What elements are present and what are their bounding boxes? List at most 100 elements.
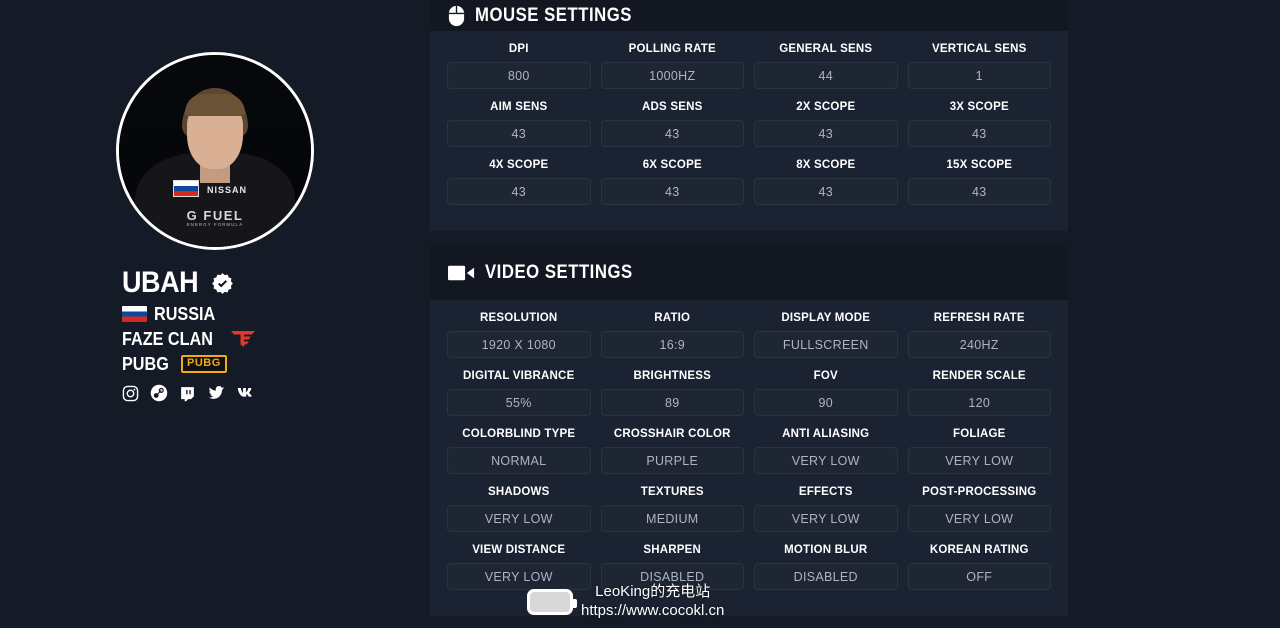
setting-value[interactable]: VERY LOW xyxy=(447,563,591,590)
setting-field: 15X SCOPE 43 xyxy=(903,159,1057,205)
mouse-settings-title: MOUSE SETTINGS xyxy=(475,4,632,26)
avatar-photo: NISSAN G FUEL ENERGY FORMULA xyxy=(119,55,311,247)
setting-field: MOTION BLUR DISABLED xyxy=(749,544,903,590)
setting-field: 2X SCOPE 43 xyxy=(749,101,903,147)
setting-value[interactable]: 43 xyxy=(447,178,591,205)
setting-value[interactable]: 1 xyxy=(907,62,1051,89)
setting-field: DIGITAL VIBRANCE 55% xyxy=(442,370,596,416)
setting-value[interactable]: 1000HZ xyxy=(600,62,744,89)
player-profile: NISSAN G FUEL ENERGY FORMULA UBAH RUSSIA xyxy=(0,0,430,628)
setting-field: AIM SENS 43 xyxy=(442,101,596,147)
player-identity: UBAH RUSSIA FAZE CLAN PUBG PUBG xyxy=(116,268,314,402)
setting-value[interactable]: OFF xyxy=(907,563,1051,590)
setting-value[interactable]: 44 xyxy=(754,62,898,89)
setting-label: VERTICAL SENS xyxy=(932,43,1027,55)
video-settings-header: VIDEO SETTINGS xyxy=(430,245,1068,300)
setting-value[interactable]: PURPLE xyxy=(600,447,744,474)
setting-field: ADS SENS 43 xyxy=(596,101,750,147)
setting-label: FOV xyxy=(813,370,838,382)
twitter-icon[interactable] xyxy=(207,385,226,402)
setting-field: KOREAN RATING OFF xyxy=(903,544,1057,590)
setting-label: TEXTURES xyxy=(640,486,704,498)
mouse-settings-card: MOUSE SETTINGS DPI 800 POLLING RATE 1000HZ G… xyxy=(430,0,1068,231)
setting-value[interactable]: 43 xyxy=(447,120,591,147)
mouse-icon xyxy=(448,5,465,26)
mouse-settings-body: DPI 800 POLLING RATE 1000HZ GENERAL SENS 44 VE… xyxy=(430,31,1068,231)
setting-field: TEXTURES MEDIUM xyxy=(596,486,750,532)
setting-value[interactable]: 43 xyxy=(600,120,744,147)
setting-value[interactable]: VERY LOW xyxy=(447,505,591,532)
setting-value[interactable]: VERY LOW xyxy=(754,447,898,474)
player-country: RUSSIA xyxy=(154,304,216,324)
setting-value[interactable]: 43 xyxy=(600,178,744,205)
setting-value[interactable]: 16:9 xyxy=(600,331,744,358)
twitch-icon[interactable] xyxy=(179,385,196,402)
setting-field: ANTI ALIASING VERY LOW xyxy=(749,428,903,474)
instagram-icon[interactable] xyxy=(122,385,139,402)
avatar-jersey-flag-icon xyxy=(172,180,199,198)
player-game: PUBG xyxy=(122,354,169,374)
setting-label: DISPLAY MODE xyxy=(781,312,871,324)
setting-label: 8X SCOPE xyxy=(796,159,856,171)
steam-icon[interactable] xyxy=(150,384,168,402)
setting-field: VIEW DISTANCE VERY LOW xyxy=(442,544,596,590)
video-settings-card: VIDEO SETTINGS RESOLUTION 1920 X 1080 RATI… xyxy=(430,245,1068,616)
setting-field: RESOLUTION 1920 X 1080 xyxy=(442,312,596,358)
setting-field: 8X SCOPE 43 xyxy=(749,159,903,205)
faze-clan-logo-icon xyxy=(231,331,255,347)
avatar-hair-front xyxy=(185,94,245,117)
setting-value[interactable]: DISABLED xyxy=(754,563,898,590)
setting-label: EFFECTS xyxy=(798,486,853,498)
setting-field: POLLING RATE 1000HZ xyxy=(596,43,750,89)
setting-label: SHARPEN xyxy=(643,544,702,556)
mouse-settings-header: MOUSE SETTINGS xyxy=(430,0,1068,31)
setting-label: VIEW DISTANCE xyxy=(472,544,566,556)
avatar: NISSAN G FUEL ENERGY FORMULA xyxy=(116,52,314,250)
setting-label: DIGITAL VIBRANCE xyxy=(463,370,575,382)
setting-value[interactable]: 55% xyxy=(447,389,591,416)
setting-value[interactable]: 43 xyxy=(907,120,1051,147)
page-title: UBAH xyxy=(122,266,199,299)
setting-field: DPI 800 xyxy=(442,43,596,89)
setting-value[interactable]: 120 xyxy=(907,389,1051,416)
setting-value[interactable]: VERY LOW xyxy=(907,505,1051,532)
setting-field: VERTICAL SENS 1 xyxy=(903,43,1057,89)
setting-field: REFRESH RATE 240HZ xyxy=(903,312,1057,358)
video-camera-icon xyxy=(448,265,475,280)
avatar-jersey-sponsor: G FUEL ENERGY FORMULA xyxy=(187,208,244,228)
setting-field: SHARPEN DISABLED xyxy=(596,544,750,590)
setting-label: RESOLUTION xyxy=(480,312,558,324)
setting-field: EFFECTS VERY LOW xyxy=(749,486,903,532)
social-links xyxy=(122,384,257,402)
player-team-row: FAZE CLAN xyxy=(122,330,256,348)
setting-value[interactable]: 43 xyxy=(907,178,1051,205)
avatar-jersey-brand: NISSAN xyxy=(207,185,248,196)
setting-value[interactable]: NORMAL xyxy=(447,447,591,474)
setting-field: DISPLAY MODE FULLSCREEN xyxy=(749,312,903,358)
setting-field: BRIGHTNESS 89 xyxy=(596,370,750,416)
setting-value[interactable]: MEDIUM xyxy=(600,505,744,532)
setting-label: MOTION BLUR xyxy=(784,544,868,556)
setting-field: RATIO 16:9 xyxy=(596,312,750,358)
setting-value[interactable]: FULLSCREEN xyxy=(754,331,898,358)
setting-label: CROSSHAIR COLOR xyxy=(613,428,731,440)
verified-badge-icon xyxy=(211,272,233,294)
setting-value[interactable]: VERY LOW xyxy=(907,447,1051,474)
setting-value[interactable]: VERY LOW xyxy=(754,505,898,532)
setting-value[interactable]: 43 xyxy=(754,120,898,147)
setting-value[interactable]: 240HZ xyxy=(907,331,1051,358)
setting-value[interactable]: 800 xyxy=(447,62,591,89)
setting-value[interactable]: 43 xyxy=(754,178,898,205)
setting-label: COLORBLIND TYPE xyxy=(462,428,576,440)
setting-value[interactable]: DISABLED xyxy=(600,563,744,590)
setting-value[interactable]: 1920 X 1080 xyxy=(447,331,591,358)
video-settings-title: VIDEO SETTINGS xyxy=(485,261,633,283)
vk-icon[interactable] xyxy=(237,386,257,400)
setting-value[interactable]: 90 xyxy=(754,389,898,416)
setting-label: 2X SCOPE xyxy=(796,101,856,113)
setting-field: POST-PROCESSING VERY LOW xyxy=(903,486,1057,532)
setting-value[interactable]: 89 xyxy=(600,389,744,416)
setting-label: BRIGHTNESS xyxy=(633,370,711,382)
setting-field: CROSSHAIR COLOR PURPLE xyxy=(596,428,750,474)
setting-field: 4X SCOPE 43 xyxy=(442,159,596,205)
